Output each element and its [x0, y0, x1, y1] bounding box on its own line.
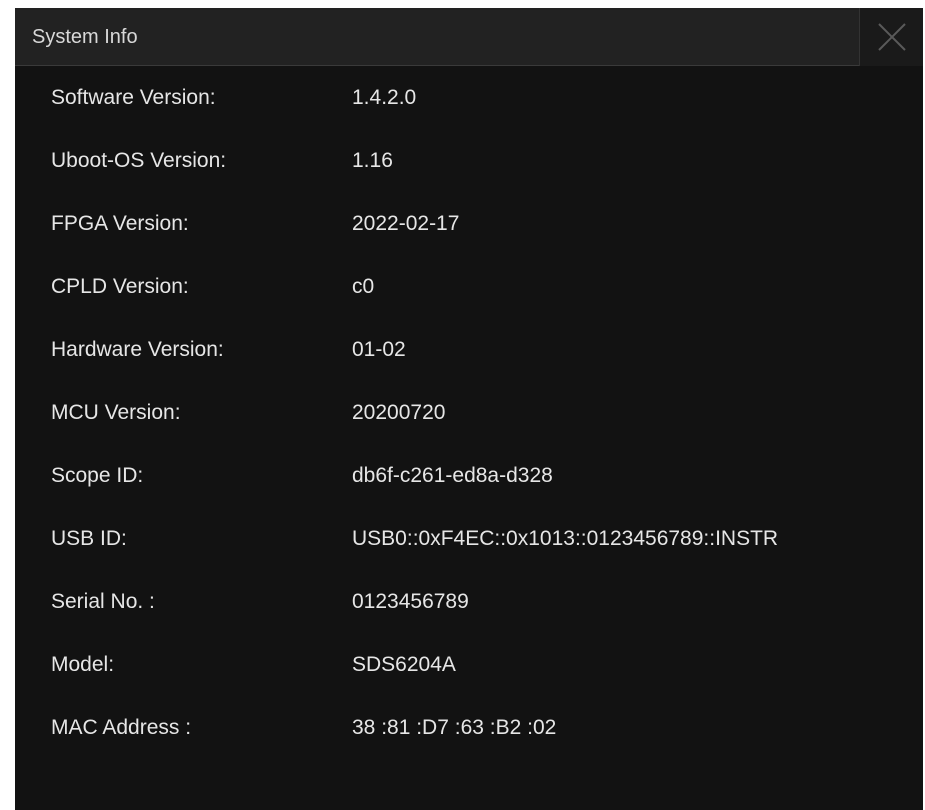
info-label: MAC Address : — [51, 716, 192, 739]
info-label: Software Version: — [51, 86, 216, 109]
info-label: Model: — [51, 653, 115, 676]
info-row-mcu-version: MCU Version: 20200720 — [15, 381, 923, 444]
dialog-title-bar: System Info — [15, 8, 923, 66]
info-row-usb-id: USB ID: USB0::0xF4EC::0x1013::0123456789… — [15, 507, 923, 570]
info-row-cpld-version: CPLD Version: c0 — [15, 255, 923, 318]
info-value: 20200720 — [352, 401, 446, 424]
system-info-list: Software Version: 1.4.2.0 Uboot-OS Versi… — [15, 66, 923, 759]
info-value: c0 — [352, 275, 375, 298]
system-info-dialog: System Info Software Version: 1.4.2.0 Ub… — [15, 8, 923, 810]
info-row-model: Model: SDS6204A — [15, 633, 923, 696]
info-row-serial-no: Serial No. : 0123456789 — [15, 570, 923, 633]
info-row-scope-id: Scope ID: db6f-c261-ed8a-d328 — [15, 444, 923, 507]
info-value: 0123456789 — [352, 590, 469, 613]
info-value: USB0::0xF4EC::0x1013::0123456789::INSTR — [352, 527, 779, 550]
info-value: db6f-c261-ed8a-d328 — [352, 464, 553, 487]
info-row-mac-address: MAC Address : 38 :81 :D7 :63 :B2 :02 — [15, 696, 923, 759]
info-row-hardware-version: Hardware Version: 01-02 — [15, 318, 923, 381]
info-label: USB ID: — [51, 527, 127, 550]
close-button[interactable] — [859, 8, 923, 66]
info-value: 01-02 — [352, 338, 406, 361]
info-value: 2022-02-17 — [352, 212, 460, 235]
info-label: Hardware Version: — [51, 338, 224, 361]
info-row-uboot-os-version: Uboot-OS Version: 1.16 — [15, 129, 923, 192]
dialog-title: System Info — [32, 26, 138, 48]
info-value: 38 :81 :D7 :63 :B2 :02 — [352, 716, 557, 739]
info-value: SDS6204A — [352, 653, 456, 676]
info-row-fpga-version: FPGA Version: 2022-02-17 — [15, 192, 923, 255]
info-label: FPGA Version: — [51, 212, 189, 235]
info-label: Scope ID: — [51, 464, 144, 487]
info-value: 1.16 — [352, 149, 393, 172]
info-label: Serial No. : — [51, 590, 155, 613]
info-value: 1.4.2.0 — [352, 86, 417, 109]
info-label: CPLD Version: — [51, 275, 189, 298]
info-row-software-version: Software Version: 1.4.2.0 — [15, 66, 923, 129]
info-label: MCU Version: — [51, 401, 181, 424]
close-icon — [878, 23, 906, 51]
info-label: Uboot-OS Version: — [51, 149, 227, 172]
